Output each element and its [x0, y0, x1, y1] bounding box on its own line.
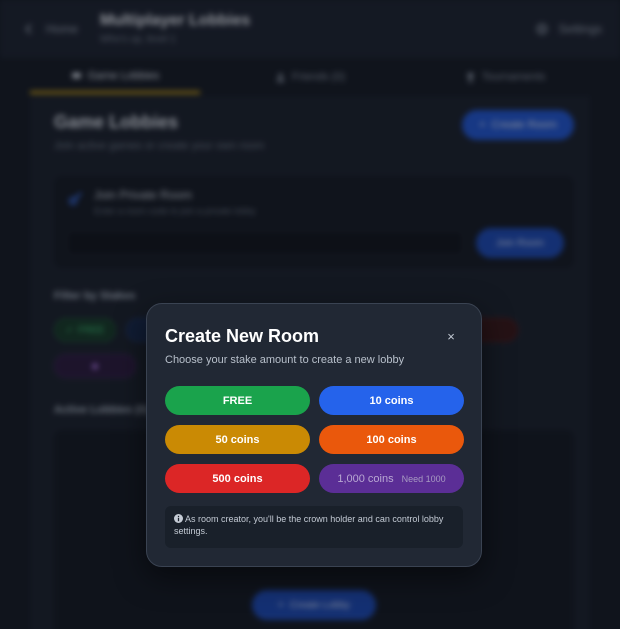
close-icon[interactable]: ×	[443, 328, 459, 344]
stake-label: 50 coins	[215, 433, 260, 446]
stake-1000-button: 1,000 coins Need 1000	[319, 464, 464, 493]
stake-50-button[interactable]: 50 coins	[165, 425, 310, 454]
stake-free-button[interactable]: FREE	[165, 386, 310, 415]
stake-label: 100 coins	[366, 433, 417, 446]
stake-label: FREE	[222, 394, 253, 407]
stake-100-button[interactable]: 100 coins	[319, 425, 464, 454]
info-box: As room creator, you'll be the crown hol…	[165, 506, 463, 548]
stake-500-button[interactable]: 500 coins	[165, 464, 310, 493]
insufficient-funds-note: Need 1000	[401, 473, 446, 484]
create-room-modal: Create New Room × Choose your stake amou…	[146, 303, 482, 567]
modal-title: Create New Room	[165, 326, 320, 346]
stake-10-button[interactable]: 10 coins	[319, 386, 464, 415]
stake-label: 500 coins	[212, 472, 263, 485]
modal-subtitle: Choose your stake amount to create a new…	[165, 354, 405, 366]
stake-label: 10 coins	[369, 394, 414, 407]
stake-label: 1,000 coins	[337, 472, 394, 485]
info-text: As room creator, you'll be the crown hol…	[174, 514, 444, 536]
info-icon	[174, 514, 183, 523]
